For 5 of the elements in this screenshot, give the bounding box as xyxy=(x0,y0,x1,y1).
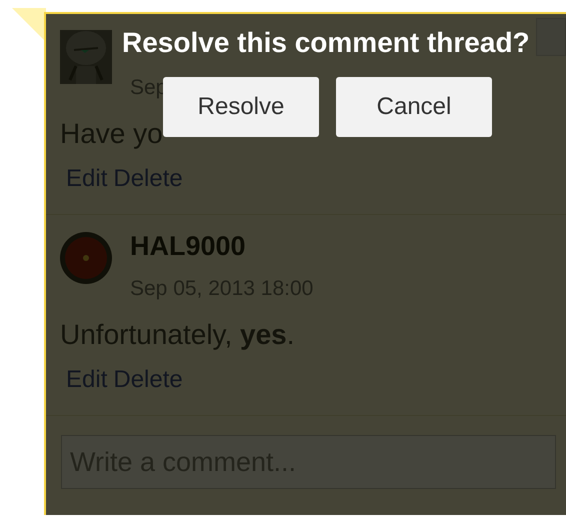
cancel-button[interactable]: Cancel xyxy=(336,77,492,137)
folded-corner-icon xyxy=(12,8,46,42)
dialog-title: Resolve this comment thread? xyxy=(122,27,530,59)
author-name: HAL9000 xyxy=(130,231,247,261)
confirm-button[interactable]: Resolve xyxy=(163,77,319,137)
